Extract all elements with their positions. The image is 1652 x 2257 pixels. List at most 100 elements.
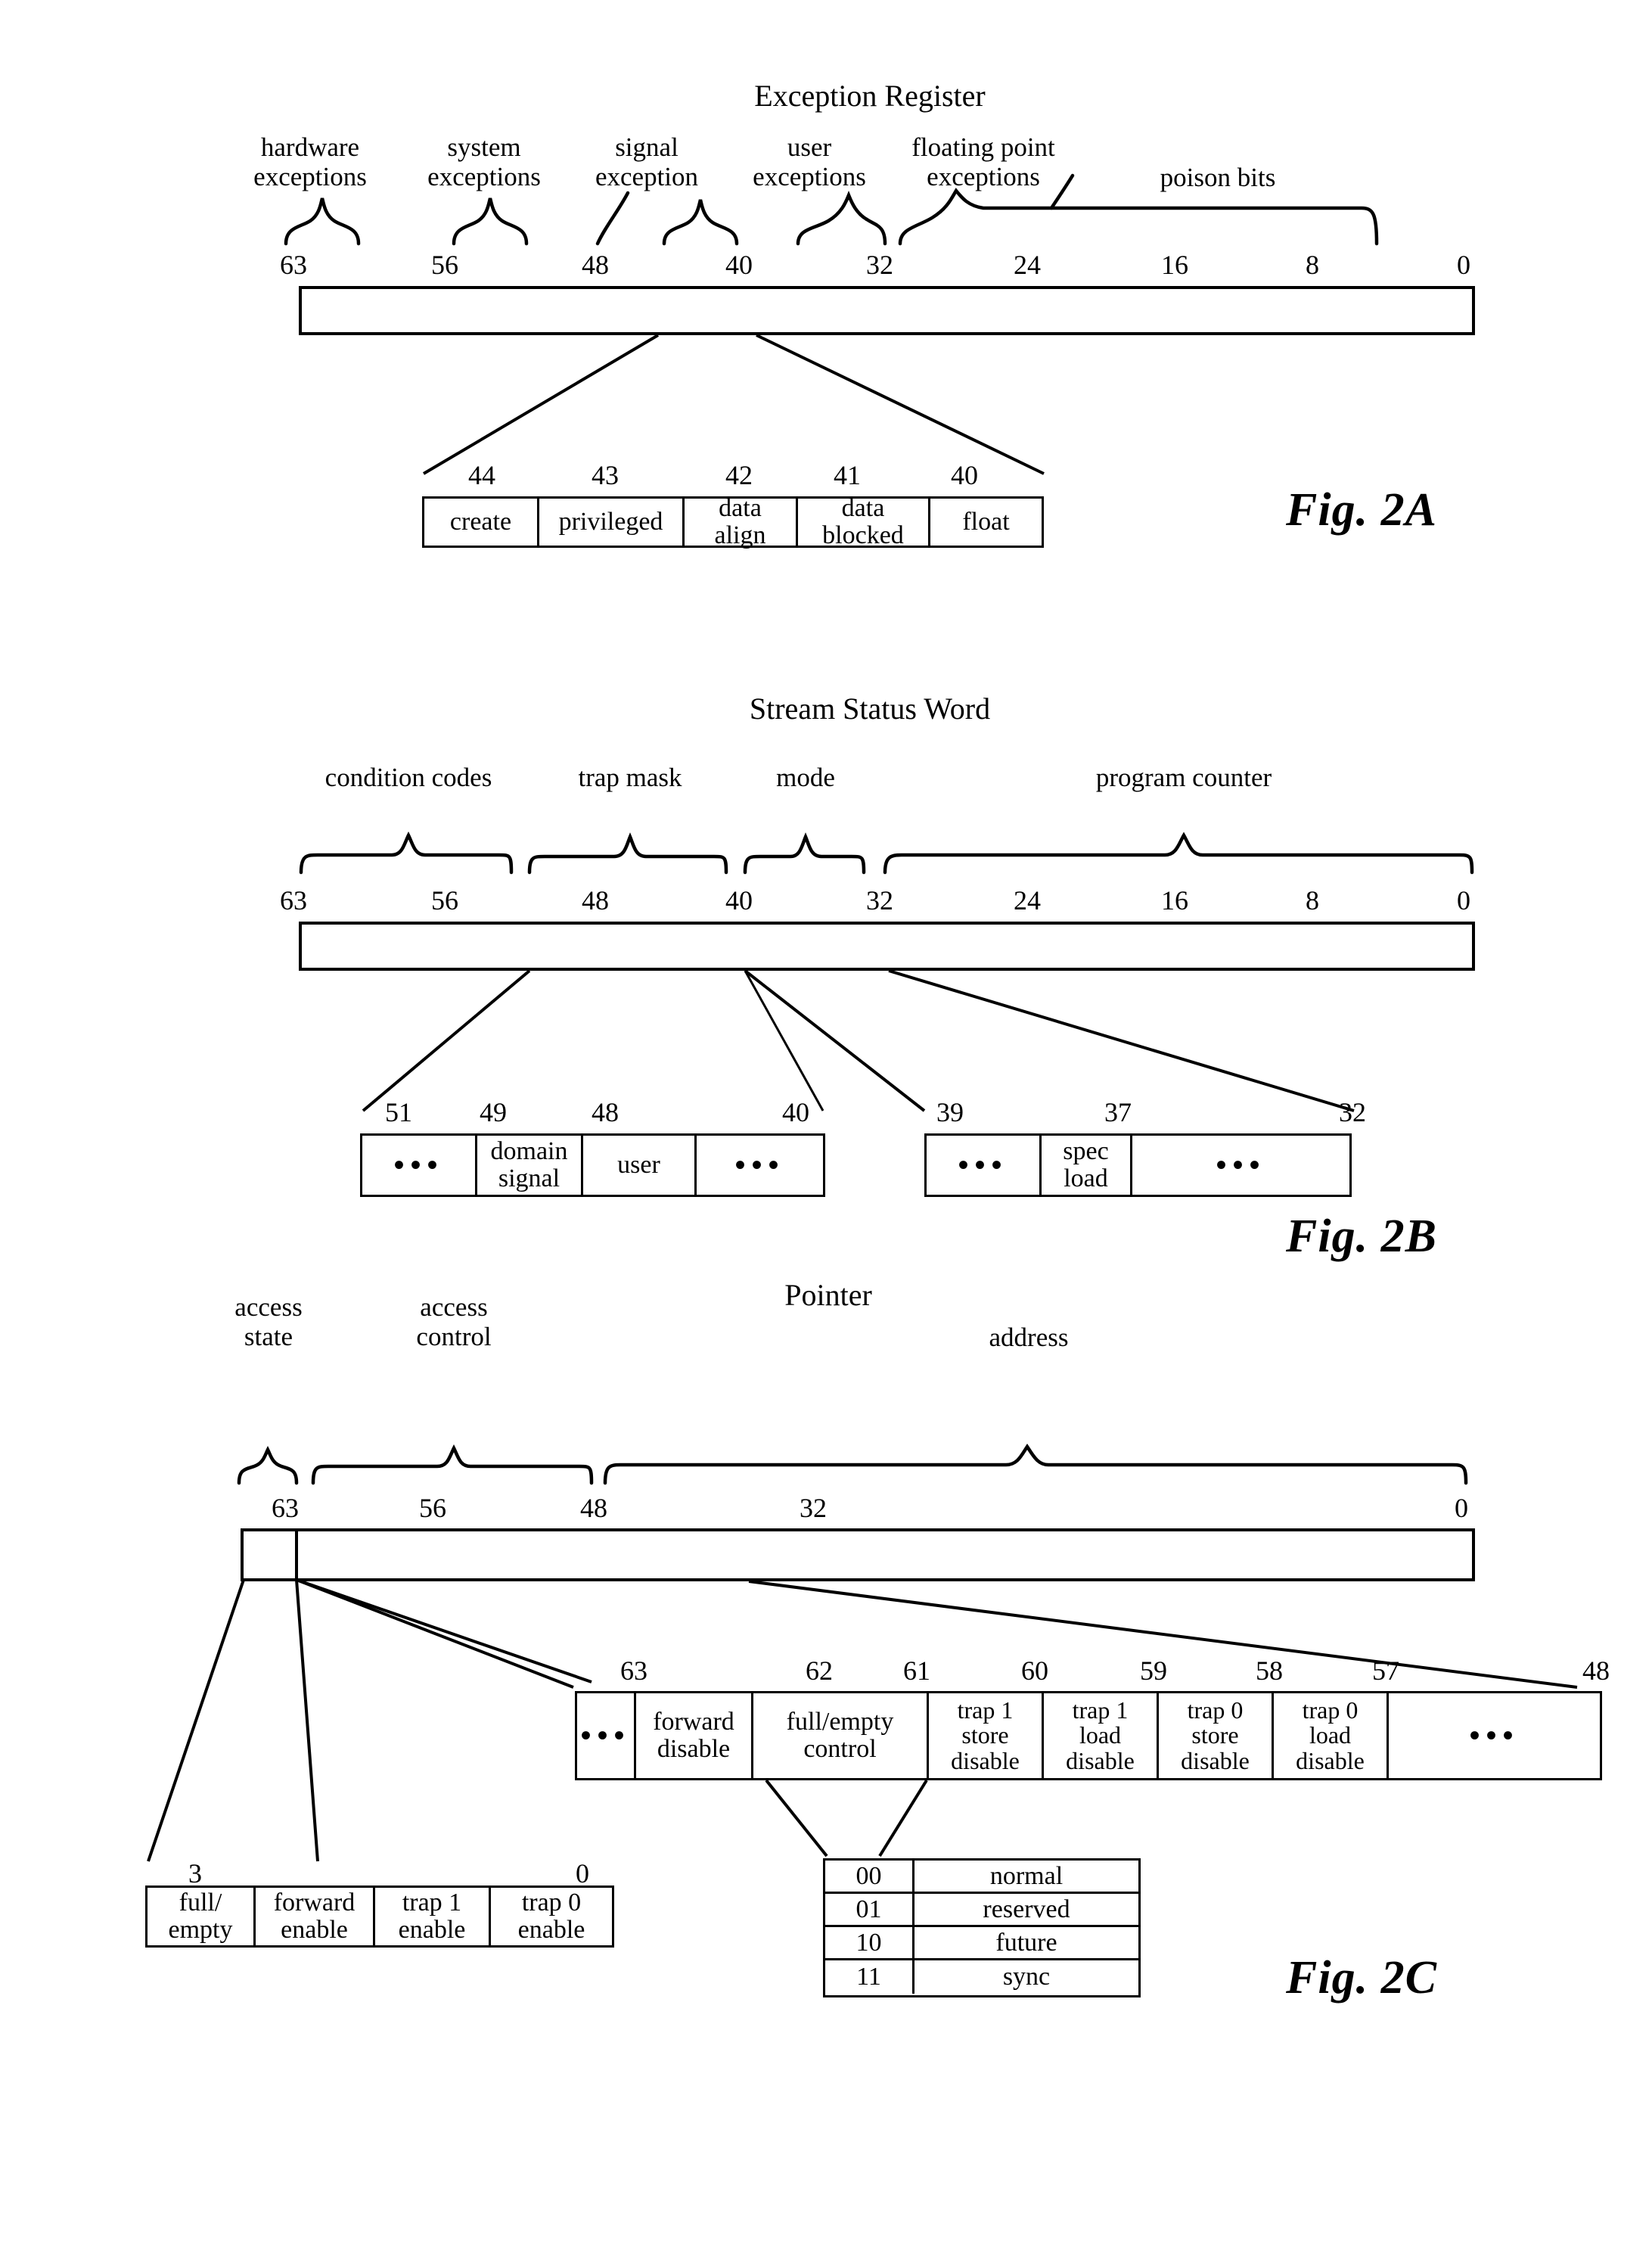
fig2a-bit-tick: 56 [431,250,458,280]
fig2c-ac-bit-label: 63 [620,1655,647,1686]
fig2a-bit-tick: 40 [725,250,753,280]
fig2b-detail-right-table: ••• spec load ••• [924,1133,1352,1197]
fig2c-bit-tick: 32 [800,1493,827,1523]
table-row: 01 reserved [825,1894,1138,1927]
fig2a-bit-tick: 16 [1161,250,1188,280]
fig2a-title: Exception Register [754,79,986,113]
fig2b-bit-tick: 8 [1306,885,1319,916]
fig2a-bit-tick: 24 [1014,250,1041,280]
fig2c-as-cell-full-empty: full/empty [148,1888,256,1945]
figure-2a: Exception Register hardware exceptions sy… [0,0,1652,620]
fig2a-group-label-signal-exception: signal exception [595,132,699,192]
fig2b-detail-right-bit-label: 32 [1339,1097,1366,1127]
fig2a-bit-tick: 48 [582,250,609,280]
fig2a-bit-tick: 32 [866,250,893,280]
fig2c-ac-cell-forward-disable: forward disable [636,1693,753,1778]
fig2c-ac-cell-trap1-store-disable: trap 1 store disable [929,1693,1044,1778]
fig2a-detail-cell-data-align: data align [685,495,798,549]
fig2c-as-cell-forward-enable: forward enable [256,1888,375,1945]
fig2a-group-label-system-exceptions: system exceptions [427,132,541,192]
fig2c-bit-tick: 48 [580,1493,607,1523]
fe-meaning: normal [989,1861,1064,1890]
figure-2b: Stream Status Word condition codes trap … [0,666,1652,1262]
table-row: 00 normal [825,1861,1138,1894]
fig2c-access-state-table: full/empty forward enable trap 1 enable tr… [145,1885,614,1948]
fig2a-bit-tick: 8 [1306,250,1319,280]
fig2b-detail-right-cell-ellipsis2: ••• [1216,1148,1266,1182]
fig2b-bit-tick: 40 [725,885,753,916]
fig2a-detail-bit-label: 41 [834,460,861,490]
fig2b-detail-right-cell-ellipsis: ••• [927,1136,1042,1195]
fig2c-pointer-bar [241,1528,1475,1581]
fig2c-as-cell-trap1-enable: trap 1 enable [375,1888,491,1945]
fe-code: 00 [825,1861,914,1892]
fig2c-as-bit-label: 3 [188,1858,202,1889]
fig2c-ac-bit-label: 60 [1021,1655,1048,1686]
fig2c-bit-tick: 0 [1455,1493,1468,1523]
fig2b-detail-left-cell-user: user [583,1136,697,1195]
fig2b-title: Stream Status Word [749,692,991,726]
fig2c-ac-cell-ellipsis: ••• [577,1693,636,1778]
fig2b-bit-tick: 32 [866,885,893,916]
fig2a-bit-tick: 63 [280,250,307,280]
fig2c-bit-tick: 63 [272,1493,299,1523]
fe-code: 10 [825,1927,914,1958]
fig2b-bit-tick: 0 [1457,885,1470,916]
fig2c-title: Pointer [784,1278,872,1312]
fig2c-group-label-access-control: access control [416,1292,492,1352]
fig2a-detail-cell-create: create [424,499,539,546]
fig2b-detail-right-bit-label: 39 [936,1097,964,1127]
fig2a-bit-tick: 0 [1457,250,1470,280]
fig2b-detail-left-cell-ellipsis2: ••• [734,1148,785,1182]
fig2c-ac-cell-ellipsis2: ••• [1469,1718,1520,1752]
fig2c-ac-cell-trap0-load-disable: trap 0 load disable [1274,1693,1389,1778]
fe-meaning: sync [1002,1963,1051,1991]
fig2b-detail-left-bit-label: 40 [782,1097,809,1127]
fig2b-detail-right-bit-label: 37 [1104,1097,1132,1127]
fig2c-figure-label: Fig. 2C [1286,1952,1437,2004]
fig2b-bit-tick: 63 [280,885,307,916]
fig2c-bit-tick: 56 [419,1493,446,1523]
fig2a-detail-table: create privileged data align data blocked … [422,495,1044,549]
fig2b-bit-tick: 24 [1014,885,1041,916]
fig2b-group-label-condition-codes: condition codes [324,763,492,792]
fig2c-ac-cell-trap0-store-disable: trap 0 store disable [1159,1693,1274,1778]
fig2c-ac-bit-label: 62 [806,1655,833,1686]
fig2b-register-bar [299,922,1475,971]
fig2a-detail-cell-float: float [962,508,1010,536]
figure-2c: Pointer access state access control addres… [0,1264,1652,2257]
fig2b-group-label-mode: mode [776,763,835,792]
fig2b-bit-tick: 48 [582,885,609,916]
fig2a-register-bar [299,286,1475,335]
fig2b-group-label-program-counter: program counter [1095,763,1272,792]
fig2b-detail-left-bit-label: 51 [385,1097,412,1127]
fig2c-group-label-address: address [989,1323,1069,1352]
fig2a-detail-bit-label: 40 [951,460,978,490]
fe-code: 01 [825,1894,914,1925]
fe-code: 11 [825,1960,914,1994]
fig2a-detail-cell-privileged: privileged [539,499,685,546]
table-row: 10 future [825,1927,1138,1960]
fig2c-as-bit-label: 0 [576,1858,589,1889]
fig2a-detail-bit-label: 43 [592,460,619,490]
fig2c-ac-bit-label: 48 [1582,1655,1610,1686]
fig2b-detail-left-bit-label: 49 [480,1097,507,1127]
fig2c-ac-cell-trap1-load-disable: trap 1 load disable [1044,1693,1159,1778]
fig2a-group-label-user-exceptions: user exceptions [753,132,866,192]
fig2c-ac-bit-label: 57 [1372,1655,1399,1686]
fig2a-figure-label: Fig. 2A [1286,484,1437,536]
fig2b-bit-tick: 56 [431,885,458,916]
fig2a-group-label-floating-point-exceptions: floating point exceptions [911,132,1055,192]
fig2b-detail-right-cell-spec-load: spec load [1042,1136,1132,1195]
fig2a-group-label-hardware-exceptions: hardware exceptions [253,132,367,192]
fig2b-detail-left-cell-ellipsis: ••• [362,1136,477,1195]
fig2b-detail-left-bit-label: 48 [592,1097,619,1127]
fig2b-figure-label: Fig. 2B [1286,1211,1437,1262]
fig2a-detail-bit-label: 42 [725,460,753,490]
fig2c-pointer-bar-divider [295,1528,298,1581]
fe-meaning: reserved [983,1895,1070,1923]
fig2c-ac-bit-label: 61 [903,1655,930,1686]
fig2b-detail-left-table: ••• domain signal user ••• [360,1133,825,1197]
fig2c-group-label-access-state: access state [234,1292,303,1352]
fig2b-group-label-trap-mask: trap mask [578,763,682,792]
